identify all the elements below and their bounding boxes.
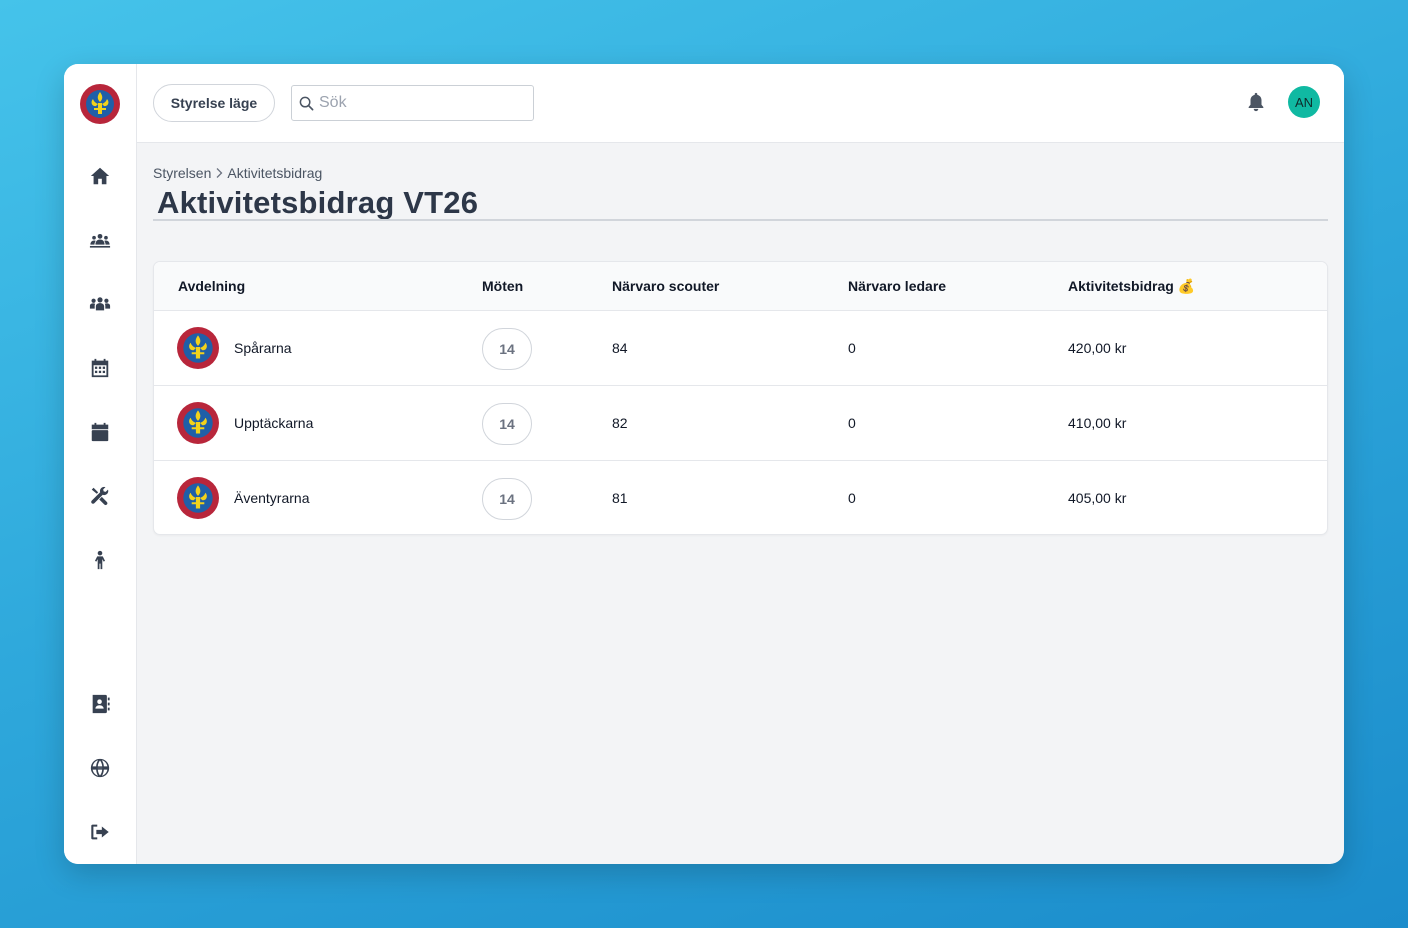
- tools-icon[interactable]: [88, 484, 112, 508]
- group-icon[interactable]: [88, 228, 112, 252]
- app-window: Styrelse läge AN Styrelsen Aktivitetsbid…: [64, 64, 1344, 864]
- column-header-meetings[interactable]: Möten: [482, 278, 523, 294]
- scout-attendance: 81: [612, 490, 628, 506]
- search-icon: [299, 96, 314, 111]
- scout-attendance: 82: [612, 415, 628, 431]
- leader-attendance: 0: [848, 415, 856, 431]
- department-name: Upptäckarna: [234, 415, 314, 431]
- breadcrumb-item-styrelsen[interactable]: Styrelsen: [153, 165, 211, 181]
- calendar-grid-icon[interactable]: [88, 356, 112, 380]
- department-logo: [177, 477, 219, 519]
- people-icon[interactable]: [88, 292, 112, 316]
- activity-grant: 420,00 kr: [1068, 340, 1127, 356]
- search-box[interactable]: [291, 85, 534, 121]
- column-header-activity-grant[interactable]: Aktivitetsbidrag 💰: [1068, 278, 1195, 295]
- calendar-icon[interactable]: [88, 420, 112, 444]
- department-name: Spårarna: [234, 340, 292, 356]
- column-header-department[interactable]: Avdelning: [178, 278, 245, 294]
- globe-icon[interactable]: [88, 756, 112, 780]
- grant-table: Avdelning Möten Närvaro scouter Närvaro …: [153, 261, 1328, 535]
- person-icon[interactable]: [88, 548, 112, 572]
- department-logo: [177, 327, 219, 369]
- scout-attendance: 84: [612, 340, 628, 356]
- table-row[interactable]: Upptäckarna 14 82 0 410,00 kr: [154, 386, 1327, 461]
- meetings-count-button[interactable]: 14: [482, 328, 532, 370]
- breadcrumb-item-aktivitetsbidrag[interactable]: Aktivitetsbidrag: [227, 165, 322, 181]
- home-icon[interactable]: [88, 164, 112, 188]
- table-row[interactable]: Spårarna 14 84 0 420,00 kr: [154, 311, 1327, 386]
- column-header-leader-attendance[interactable]: Närvaro ledare: [848, 278, 946, 294]
- leader-attendance: 0: [848, 490, 856, 506]
- table-row[interactable]: Äventyrarna 14 81 0 405,00 kr: [154, 461, 1327, 534]
- title-divider: [153, 219, 1328, 221]
- bell-icon[interactable]: [1245, 91, 1267, 113]
- activity-grant: 405,00 kr: [1068, 490, 1127, 506]
- activity-grant: 410,00 kr: [1068, 415, 1127, 431]
- search-input[interactable]: [319, 86, 529, 120]
- meetings-count-button[interactable]: 14: [482, 403, 532, 445]
- department-name: Äventyrarna: [234, 490, 310, 506]
- scout-logo[interactable]: [80, 84, 120, 124]
- board-mode-button[interactable]: Styrelse läge: [153, 84, 275, 122]
- department-logo: [177, 402, 219, 444]
- top-bar: Styrelse läge AN: [137, 64, 1344, 143]
- sidebar: [64, 64, 137, 864]
- page-title: Aktivitetsbidrag VT26: [157, 185, 479, 220]
- logout-icon[interactable]: [88, 820, 112, 844]
- breadcrumb: Styrelsen Aktivitetsbidrag: [153, 165, 322, 181]
- contact-book-icon[interactable]: [88, 692, 112, 716]
- leader-attendance: 0: [848, 340, 856, 356]
- chevron-right-icon: [216, 168, 223, 178]
- meetings-count-button[interactable]: 14: [482, 478, 532, 520]
- table-header: Avdelning Möten Närvaro scouter Närvaro …: [154, 262, 1327, 311]
- avatar[interactable]: AN: [1288, 86, 1320, 118]
- column-header-scout-attendance[interactable]: Närvaro scouter: [612, 278, 719, 294]
